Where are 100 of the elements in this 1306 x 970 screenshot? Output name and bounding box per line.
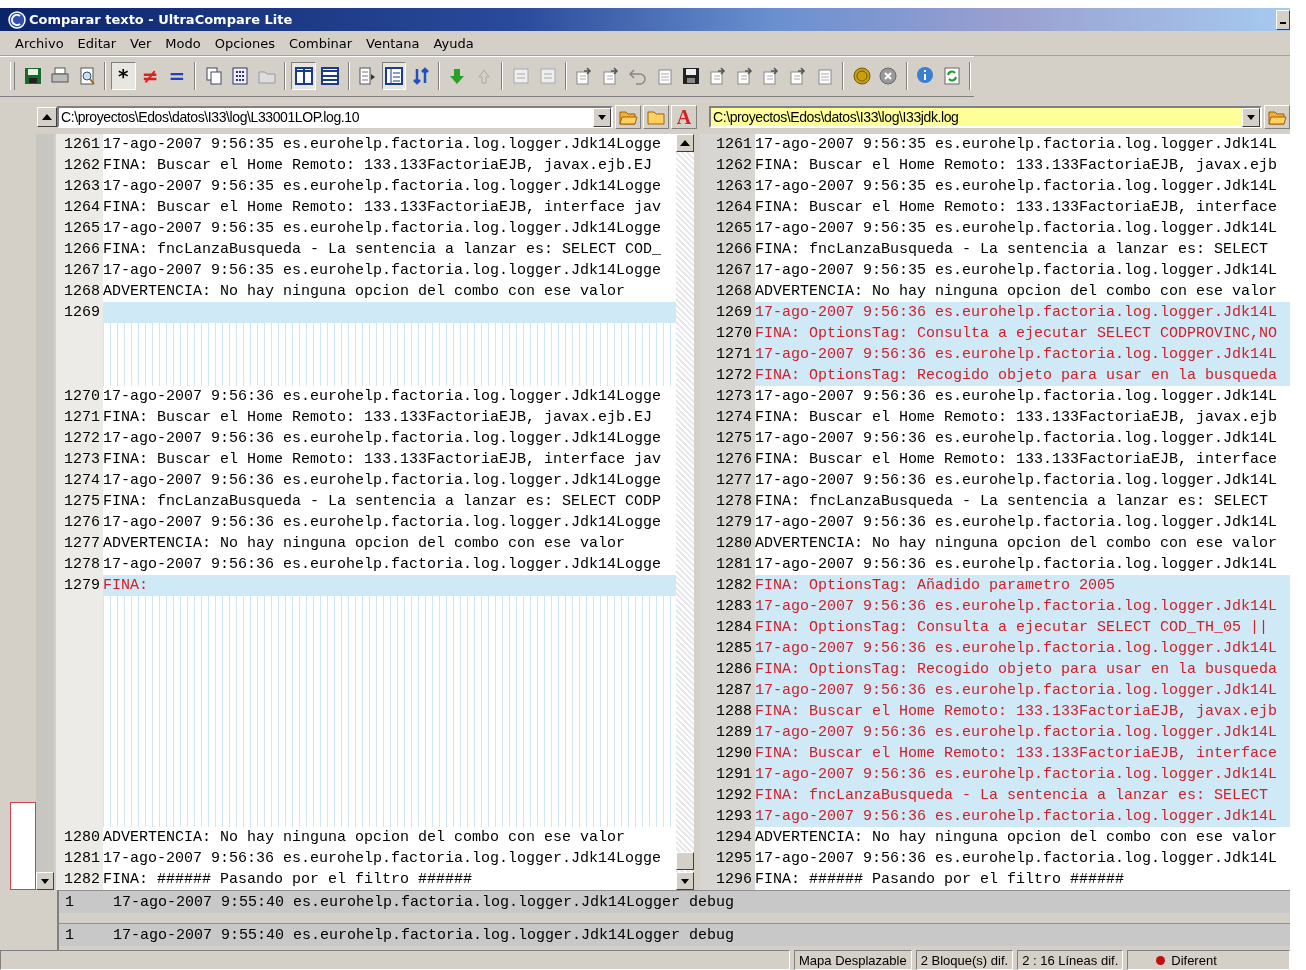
toolbar-button[interactable]: *: [110, 62, 136, 91]
menu-item[interactable]: Opciones: [207, 35, 282, 51]
line-number: 1281: [700, 554, 755, 575]
line-text: FINA:: [103, 575, 676, 596]
open-folder-icon[interactable]: [1264, 105, 1290, 130]
line-text: 17-ago-2007 9:56:36 es.eurohelp.factoria.log.logger.Jdk14L: [755, 555, 1279, 575]
line-text: FINA: OptionsTag: Consulta a ejecutar SELECT CODPROVINC,NO: [755, 323, 1290, 344]
app-logo-icon: [8, 10, 26, 29]
scroll-up-button[interactable]: [37, 107, 57, 128]
minimize-button[interactable]: [1276, 9, 1290, 30]
line-text: 17-ago-2007 9:56:36 es.eurohelp.factoria.log.logger.Jdk14L: [755, 596, 1290, 617]
line-text: FINA: fncLanzaBusqueda - La sentencia a lanzar es: SELECT COD_: [103, 240, 663, 260]
line-number: 1280: [56, 827, 103, 848]
line-number: 1278: [56, 554, 103, 575]
open-folder-icon[interactable]: [615, 105, 641, 130]
line-text: 17-ago-2007 9:56:35 es.eurohelp.factoria.log.logger.Jdk14Logge: [103, 261, 663, 281]
menu-item[interactable]: Ventana: [359, 35, 427, 51]
line-number: 1273: [700, 386, 755, 407]
line-number: 1275: [700, 428, 755, 449]
line-text: FINA: fncLanzaBusqueda - La sentencia a lanzar es: SELECT CODP: [103, 492, 663, 512]
line-text: 17-ago-2007 9:56:36 es.eurohelp.factoria.log.logger.Jdk14L: [755, 429, 1279, 449]
status-text: 2 : 16 Líneas dif.: [1017, 950, 1124, 970]
map-viewport[interactable]: [10, 802, 36, 890]
line-number: 1273: [56, 449, 103, 470]
line-text: 17-ago-2007 9:56:36 es.eurohelp.factoria.log.logger.Jdk14L: [755, 471, 1279, 491]
line-text: ADVERTENCIA: No hay ninguna opcion del combo con ese valor: [103, 282, 627, 302]
line-text: ADVERTENCIA: No hay ninguna opcion del combo con ese valor: [103, 828, 627, 848]
menu-item[interactable]: Ver: [123, 35, 159, 51]
line-number: 1266: [700, 239, 755, 260]
line-number: 1294: [700, 827, 755, 848]
line-text: 17-ago-2007 9:56:36 es.eurohelp.factoria.log.logger.Jdk14L: [755, 387, 1279, 407]
line-text: 17-ago-2007 9:56:35 es.eurohelp.factoria.log.logger.Jdk14Logge: [103, 177, 663, 197]
line-text: 17-ago-2007 9:56:36 es.eurohelp.factoria.log.logger.Jdk14L: [755, 722, 1290, 743]
line-number: 1268: [56, 281, 103, 302]
menu-item[interactable]: Editar: [70, 35, 124, 51]
line-text: FINA: ###### Pasando por el filtro ######: [103, 870, 474, 890]
line-text: 17-ago-2007 9:55:40 es.eurohelp.factoria.log.logger.Jdk14Logger debug: [113, 893, 735, 911]
line-number: 1267: [56, 260, 103, 281]
line-number: 1286: [700, 659, 755, 680]
scrollbar[interactable]: [36, 134, 54, 890]
line-number: 1277: [700, 470, 755, 491]
menu-item[interactable]: Ayuda: [426, 35, 481, 51]
line-number: 1284: [700, 617, 755, 638]
line-number: 1281: [56, 848, 103, 869]
line-number: 1268: [700, 281, 755, 302]
line-text: 17-ago-2007 9:56:36 es.eurohelp.factoria.log.logger.Jdk14L: [755, 344, 1290, 365]
line-number: 1266: [56, 239, 103, 260]
status-text: 2 Bloque(s) dif.: [915, 950, 1014, 970]
line-number: 1280: [700, 533, 755, 554]
menu-item[interactable]: Modo: [158, 35, 208, 51]
line-text: FINA: Buscar el Home Remoto: 133.133FactoriaEJB, interface: [755, 198, 1279, 218]
line-text: 17-ago-2007 9:56:35 es.eurohelp.factoria.log.logger.Jdk14L: [755, 261, 1279, 281]
folder-icon[interactable]: [643, 105, 669, 130]
line-number: 1296: [700, 869, 755, 890]
line-number: 1271: [56, 407, 103, 428]
side-by-side-icon[interactable]: [291, 62, 317, 91]
line-text: FINA: fncLanzaBusqueda - La sentencia a lanzar es: SELECT: [755, 240, 1270, 260]
scroll-thumb[interactable]: [676, 852, 694, 870]
line-text: 17-ago-2007 9:56:35 es.eurohelp.factoria.log.logger.Jdk14L: [755, 219, 1279, 239]
line-text: 17-ago-2007 9:56:36 es.eurohelp.factoria.log.logger.Jdk14L: [755, 638, 1290, 659]
file-path-field[interactable]: C:\proyectos\Edos\datos\I33\log\L33001LOP.log.10: [57, 106, 613, 129]
dropdown-button[interactable]: [1242, 107, 1260, 127]
line-number: 1295: [700, 848, 755, 869]
line-text: FINA: Buscar el Home Remoto: 133.133FactoriaEJB, interface jav: [103, 450, 663, 470]
line-text: FINA: Buscar el Home Remoto: 133.133FactoriaEJB, javax.ejb.EJ: [103, 408, 654, 428]
menu-item[interactable]: Combinar: [281, 35, 360, 51]
dropdown-button[interactable]: [593, 107, 611, 127]
line-number: 1292: [700, 785, 755, 806]
line-number: 1275: [56, 491, 103, 512]
menu-item[interactable]: Archivo: [8, 35, 71, 51]
line-text: FINA: Buscar el Home Remoto: 133.133FactoriaEJB, javax.ejb.EJ: [103, 156, 654, 176]
line-text: FINA: Buscar el Home Remoto: 133.133FactoriaEJB, interface jav: [103, 198, 663, 218]
line-number: 1282: [700, 575, 755, 596]
line-text: FINA: Buscar el Home Remoto: 133.133FactoriaEJB, interface: [755, 450, 1279, 470]
line-number: 1277: [56, 533, 103, 554]
line-number: 1288: [700, 701, 755, 722]
line-number: 1276: [56, 512, 103, 533]
line-number: 1270: [700, 323, 755, 344]
toolbar-button[interactable]: =: [164, 62, 190, 91]
line-number: 1262: [56, 155, 103, 176]
line-number: 1263: [700, 176, 755, 197]
line-number: 1264: [56, 197, 103, 218]
line-text: 17-ago-2007 9:56:36 es.eurohelp.factoria.log.logger.Jdk14Logge: [103, 555, 663, 575]
line-number: 1283: [700, 596, 755, 617]
line-text: ADVERTENCIA: No hay ninguna opcion del combo con ese valor: [755, 534, 1279, 554]
line-text: 17-ago-2007 9:56:36 es.eurohelp.factoria.log.logger.Jdk14Logge: [103, 471, 663, 491]
line-text: FINA: ###### Pasando por el filtro ######: [755, 870, 1126, 890]
line-number: 1285: [700, 638, 755, 659]
line-text: FINA: OptionsTag: Recogido objeto para usar en la busqueda: [755, 659, 1290, 680]
scrollbar[interactable]: [676, 134, 694, 890]
line-number: 1269: [700, 302, 755, 323]
line-number: 1279: [700, 512, 755, 533]
line-number: 1: [64, 926, 75, 944]
line-text: 17-ago-2007 9:55:40 es.eurohelp.factoria.log.logger.Jdk14Logger debug: [113, 926, 735, 944]
line-numbers-icon[interactable]: [381, 62, 407, 91]
line-text: FINA: Buscar el Home Remoto: 133.133FactoriaEJB, javax.ejb: [755, 701, 1290, 722]
line-text: 17-ago-2007 9:56:36 es.eurohelp.factoria.log.logger.Jdk14Logge: [103, 849, 663, 869]
line-number: 1274: [56, 470, 103, 491]
file-path-field[interactable]: C:\proyectos\Edos\datos\I33\log\I33jdk.log: [709, 106, 1262, 129]
line-number: 1279: [56, 575, 103, 596]
